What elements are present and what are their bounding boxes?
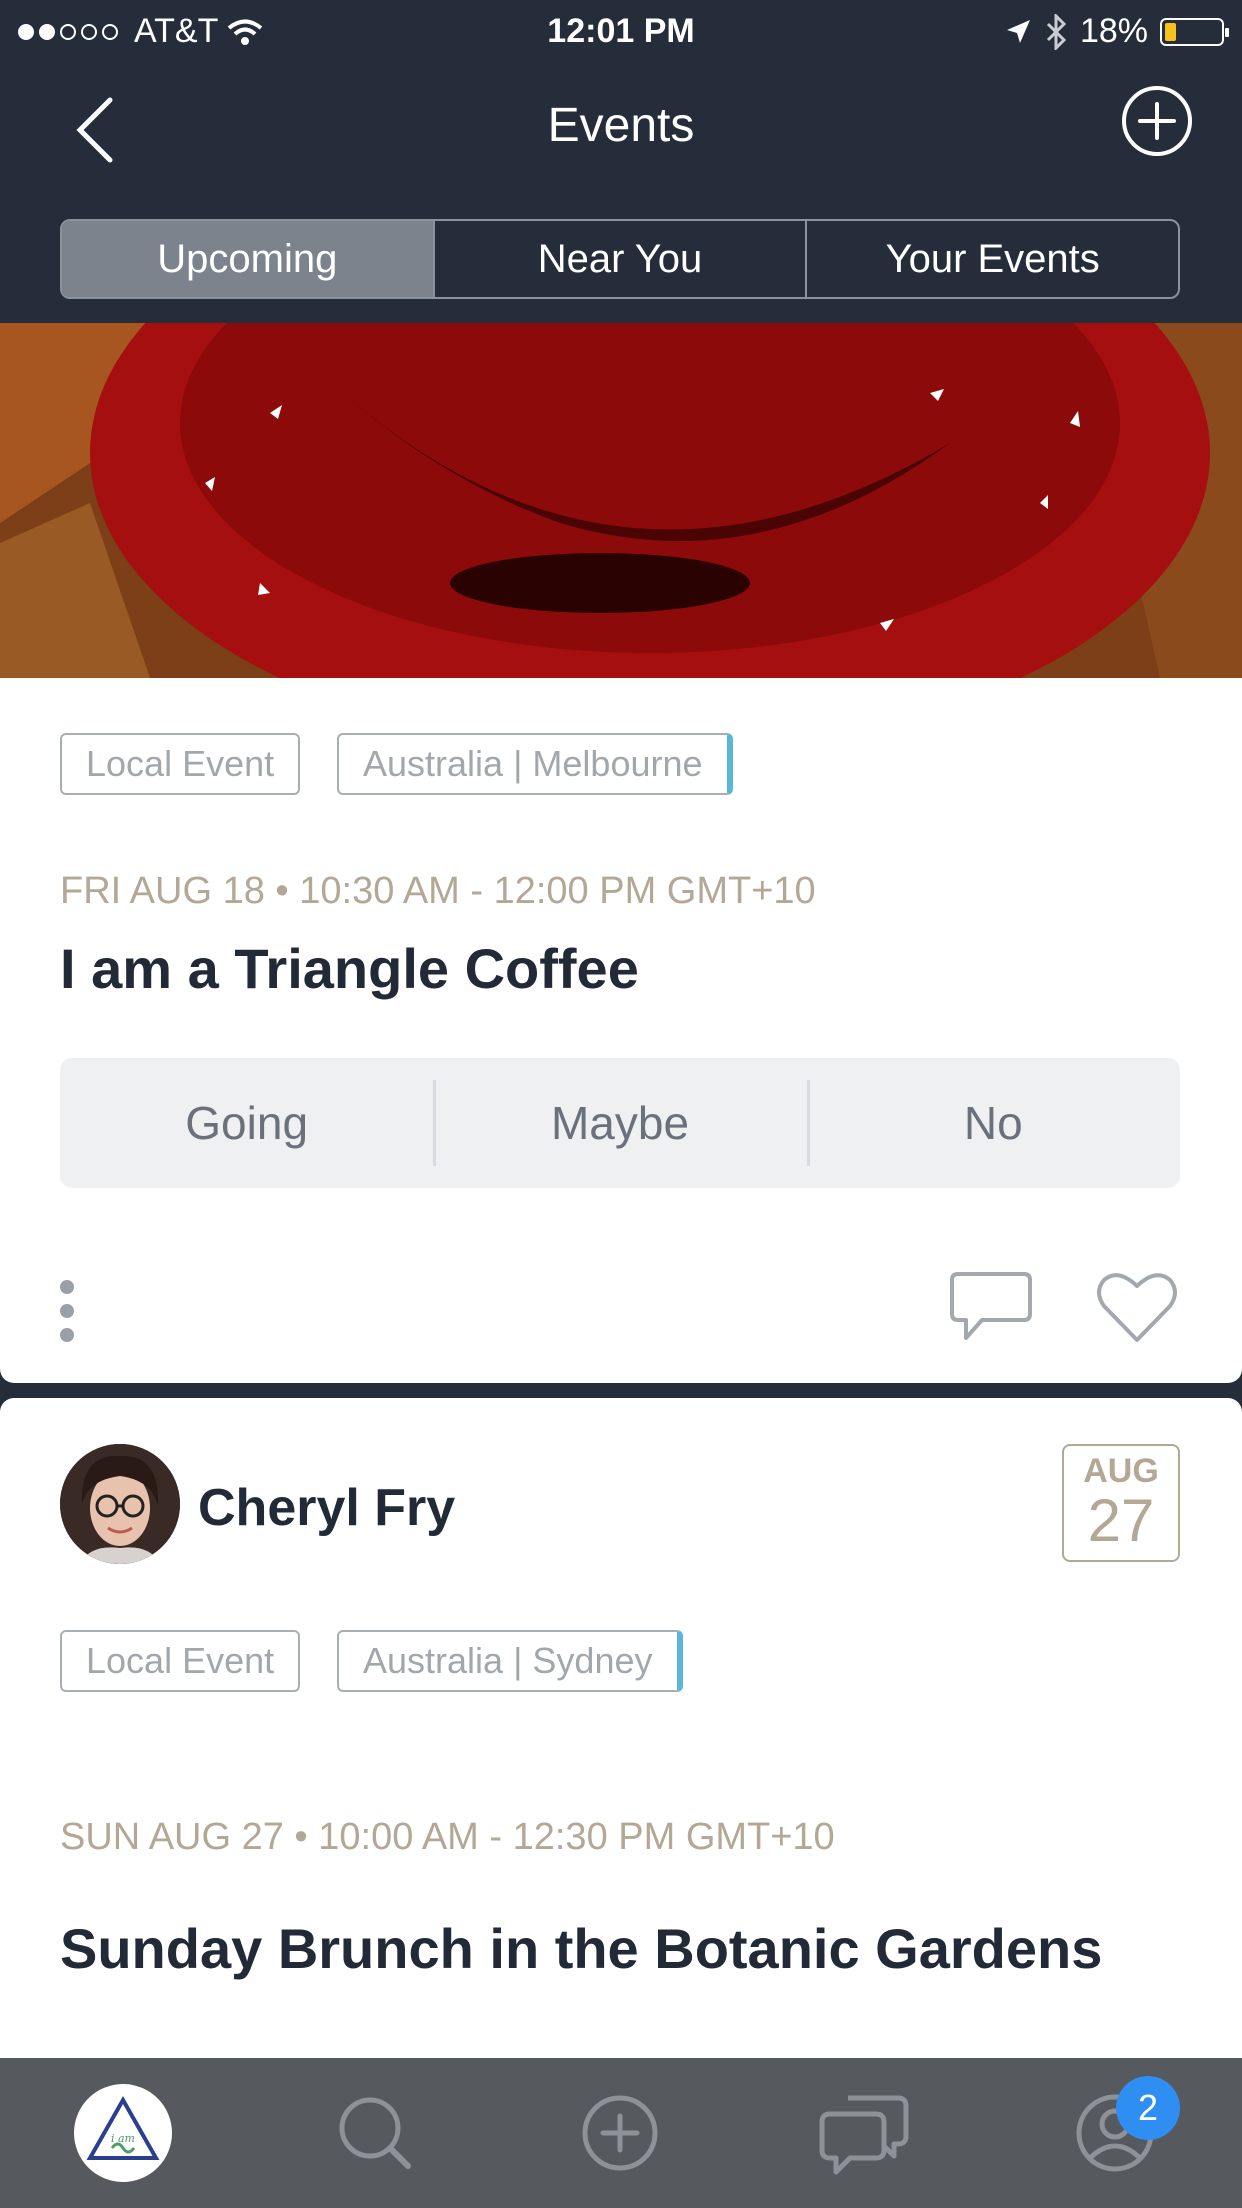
event-type-tag: Local Event xyxy=(60,733,301,795)
comment-icon[interactable] xyxy=(948,1268,1034,1348)
svg-text:i am: i am xyxy=(111,2132,135,2145)
tab-your-events[interactable]: Your Events xyxy=(807,221,1178,297)
event-title[interactable]: I am a Triangle Coffee xyxy=(60,936,639,1001)
event-date-badge: AUG 27 xyxy=(1062,1444,1180,1562)
add-icon[interactable] xyxy=(565,2078,675,2188)
rsvp-maybe-button[interactable]: Maybe xyxy=(433,1058,806,1188)
tab-upcoming[interactable]: Upcoming xyxy=(62,221,435,297)
event-datetime: SUN AUG 27 • 10:00 AM - 12:30 PM GMT+10 xyxy=(60,1816,835,1858)
battery-icon xyxy=(1160,17,1229,46)
location-tag: Australia | Sydney xyxy=(337,1630,683,1692)
bottom-tab-bar: i am 2 xyxy=(0,2058,1242,2208)
rsvp-going-button[interactable]: Going xyxy=(60,1058,433,1188)
notification-badge: 2 xyxy=(1116,2076,1180,2140)
event-datetime: FRI AUG 18 • 10:30 AM - 12:00 PM GMT+10 xyxy=(60,870,816,912)
page-title: Events xyxy=(547,99,695,152)
event-type-tag: Local Event xyxy=(60,1630,301,1692)
avatar[interactable] xyxy=(60,1444,180,1564)
event-card[interactable]: Cheryl Fry AUG 27 Local Event Australia … xyxy=(0,1398,1242,2058)
search-icon[interactable] xyxy=(320,2078,430,2188)
more-options-icon[interactable] xyxy=(60,1280,74,1352)
event-title[interactable]: Sunday Brunch in the Botanic Gardens xyxy=(60,1916,1102,1981)
rsvp-no-button[interactable]: No xyxy=(806,1058,1180,1188)
add-event-icon[interactable] xyxy=(1120,84,1194,158)
tab-near-you[interactable]: Near You xyxy=(435,221,808,297)
date-day: 27 xyxy=(1087,1487,1155,1554)
host-name[interactable]: Cheryl Fry xyxy=(198,1478,455,1538)
location-tag: Australia | Melbourne xyxy=(337,733,733,795)
heart-icon[interactable] xyxy=(1094,1268,1180,1348)
event-cover-image[interactable] xyxy=(0,323,1242,678)
bluetooth-icon xyxy=(1046,13,1067,50)
status-bar: AT&T 12:01 PM 18% xyxy=(0,0,1242,62)
navigation-bar: Events xyxy=(0,62,1242,192)
battery-percent: 18% xyxy=(1079,12,1148,50)
date-month: AUG xyxy=(1083,1452,1159,1490)
chat-icon[interactable] xyxy=(810,2078,920,2188)
location-arrow-icon xyxy=(1006,19,1030,43)
rsvp-group: Going Maybe No xyxy=(60,1058,1180,1188)
app-logo-icon[interactable]: i am xyxy=(74,2084,172,2182)
event-card[interactable]: Local Event Australia | Melbourne FRI AU… xyxy=(0,678,1242,1383)
event-filter-segmented-control: Upcoming Near You Your Events xyxy=(60,219,1180,299)
